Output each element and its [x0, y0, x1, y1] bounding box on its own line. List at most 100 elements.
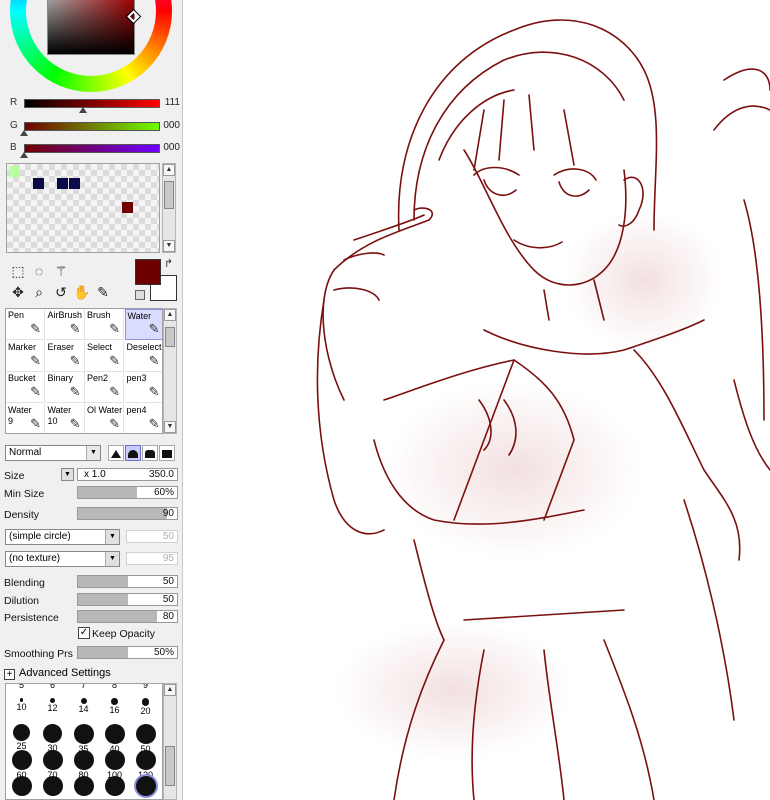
edge-shape-4-button[interactable] — [159, 445, 175, 461]
brush-tool-2[interactable]: AirBrush ✎ — [45, 309, 85, 340]
brush-size-preset[interactable]: 7 — [68, 684, 99, 690]
density-slider[interactable]: 90 — [77, 507, 178, 520]
size-range-dropdown[interactable]: ▼ — [61, 468, 74, 481]
brush-tool-12[interactable]: pen3 ✎ — [124, 372, 162, 403]
red-slider[interactable] — [24, 99, 160, 108]
zoom-icon[interactable]: ⌕ — [29, 282, 49, 302]
brush-shape-select[interactable]: (simple circle) ▼ — [5, 529, 120, 545]
green-slider[interactable] — [24, 122, 160, 131]
brush-tool-13[interactable]: Water 9 ✎ — [6, 403, 45, 433]
reset-colors-icon[interactable] — [135, 290, 145, 300]
brush-size-preset[interactable]: 8 — [99, 684, 130, 690]
brush-size-preset[interactable]: 14 — [68, 698, 99, 714]
scroll-up-icon[interactable]: ▲ — [164, 309, 176, 321]
brush-tool-5[interactable]: Marker ✎ — [6, 340, 45, 372]
eyedropper-icon[interactable]: ✎ — [93, 282, 113, 302]
brush-tool-10[interactable]: Binary ✎ — [45, 372, 85, 403]
swatch[interactable] — [33, 178, 44, 189]
scroll-down-icon[interactable]: ▼ — [163, 240, 175, 252]
foreground-color[interactable] — [135, 259, 161, 285]
size-scrollbar[interactable]: ▲ — [163, 683, 177, 800]
blue-slider[interactable] — [24, 144, 160, 153]
size-value: 350.0 — [148, 469, 174, 480]
brush-tool-15[interactable]: Ol Water ✎ — [85, 403, 124, 433]
brush-size-preset[interactable]: 16 — [99, 698, 130, 715]
brush-size-preset[interactable] — [6, 776, 37, 796]
scroll-thumb[interactable] — [164, 181, 174, 209]
brush-size-preset[interactable]: 10 — [6, 698, 37, 712]
size-slider[interactable]: x 1.0 350.0 — [77, 468, 178, 481]
brush-name: Water — [47, 404, 72, 415]
edge-shape-1-button[interactable] — [108, 445, 124, 461]
brush-tool-14[interactable]: Water 10 ✎ — [46, 403, 85, 433]
scroll-up-icon[interactable]: ▲ — [164, 684, 176, 696]
brush-icon: ✎ — [30, 352, 41, 368]
saturation-value-square[interactable] — [47, 0, 135, 55]
brush-tool-6[interactable]: Eraser ✎ — [45, 340, 85, 372]
move-icon[interactable]: ✥ — [8, 282, 28, 302]
min-size-slider[interactable]: 60% — [77, 486, 178, 499]
brush-size-preset[interactable] — [130, 776, 161, 796]
brush-tool-16[interactable]: pen4 ✎ — [125, 404, 163, 434]
lasso-icon[interactable]: ◌ — [29, 261, 49, 281]
brush-scrollbar[interactable]: ▲ ▼ — [163, 308, 177, 434]
blue-slider-thumb[interactable] — [20, 152, 28, 158]
swatch-scrollbar[interactable]: ▲ ▼ — [162, 163, 176, 253]
brush-size-preset[interactable]: 5 — [6, 684, 37, 690]
brush-size-preset[interactable]: 20 — [130, 698, 161, 716]
scroll-up-icon[interactable]: ▲ — [163, 164, 175, 176]
brush-size-preset[interactable] — [37, 776, 68, 796]
keep-opacity-checkbox[interactable]: ✓ — [78, 627, 90, 639]
swatch[interactable] — [69, 178, 80, 189]
swatch[interactable] — [57, 178, 68, 189]
brush-size-preset[interactable] — [68, 776, 99, 796]
brush-size-preset[interactable]: 6 — [37, 684, 68, 690]
hand-icon[interactable]: ✋ — [72, 282, 92, 302]
brush-tool-1[interactable]: Pen ✎ — [6, 309, 45, 340]
dilution-slider[interactable]: 50 — [77, 593, 178, 606]
smoothing-label: Smoothing Prs — [4, 648, 73, 660]
blend-mode-select[interactable]: Normal ▼ — [5, 445, 101, 461]
scroll-down-icon[interactable]: ▼ — [164, 421, 176, 433]
dilution-label: Dilution — [4, 595, 40, 607]
brush-size-preset[interactable] — [99, 776, 130, 796]
persistence-slider[interactable]: 80 — [77, 610, 178, 623]
brush-tool-3[interactable]: Brush ✎ — [85, 309, 124, 340]
swatch[interactable] — [9, 166, 20, 177]
texture-select[interactable]: (no texture) ▼ — [5, 551, 120, 567]
brush-size-preset[interactable]: 12 — [37, 698, 68, 713]
brush-tool-4[interactable]: Water ✎ — [124, 309, 162, 340]
drawing-canvas[interactable] — [184, 0, 770, 800]
smoothing-slider[interactable]: 50% — [77, 646, 178, 659]
brush-size-label: 20 — [140, 705, 151, 716]
red-slider-thumb[interactable] — [79, 107, 88, 113]
brush-size-dot — [43, 724, 62, 743]
density-fill — [78, 508, 168, 519]
brush-size-preset[interactable]: 9 — [130, 683, 161, 690]
brush-size-preset[interactable]: 30 — [37, 724, 68, 753]
rotate-icon[interactable]: ↺ — [51, 282, 71, 302]
brush-tool-11[interactable]: Pen2 ✎ — [85, 372, 124, 403]
brush-size-preset[interactable]: 25 — [6, 724, 37, 751]
brush-name: Eraser — [47, 341, 75, 352]
color-wheel[interactable] — [10, 0, 172, 92]
scroll-thumb[interactable] — [165, 746, 175, 786]
smoothing-value: 50% — [153, 647, 174, 658]
blending-slider[interactable]: 50 — [77, 575, 178, 588]
brush-icon: ✎ — [109, 415, 120, 431]
swap-colors-icon[interactable]: ↱ — [164, 257, 173, 270]
color-swatch-palette[interactable] — [6, 163, 160, 253]
min-size-label: Min Size — [4, 488, 45, 500]
green-slider-thumb[interactable] — [20, 130, 28, 136]
edge-shape-2-button[interactable] — [125, 445, 141, 461]
brush-tool-8[interactable]: Deselect ✎ — [124, 341, 162, 372]
scroll-thumb[interactable] — [165, 327, 175, 347]
brush-tool-7[interactable]: Select ✎ — [85, 340, 124, 372]
edge-shape-3-button[interactable] — [142, 445, 158, 461]
swatch[interactable] — [122, 202, 133, 213]
magic-wand-icon[interactable]: ⚚ — [51, 261, 71, 281]
rect-select-icon[interactable]: ⬚ — [8, 261, 28, 281]
brush-tool-9[interactable]: Bucket ✎ — [6, 372, 45, 403]
advanced-settings-toggle[interactable]: + Advanced Settings — [4, 667, 111, 680]
brush-size-label: 9 — [142, 683, 148, 690]
